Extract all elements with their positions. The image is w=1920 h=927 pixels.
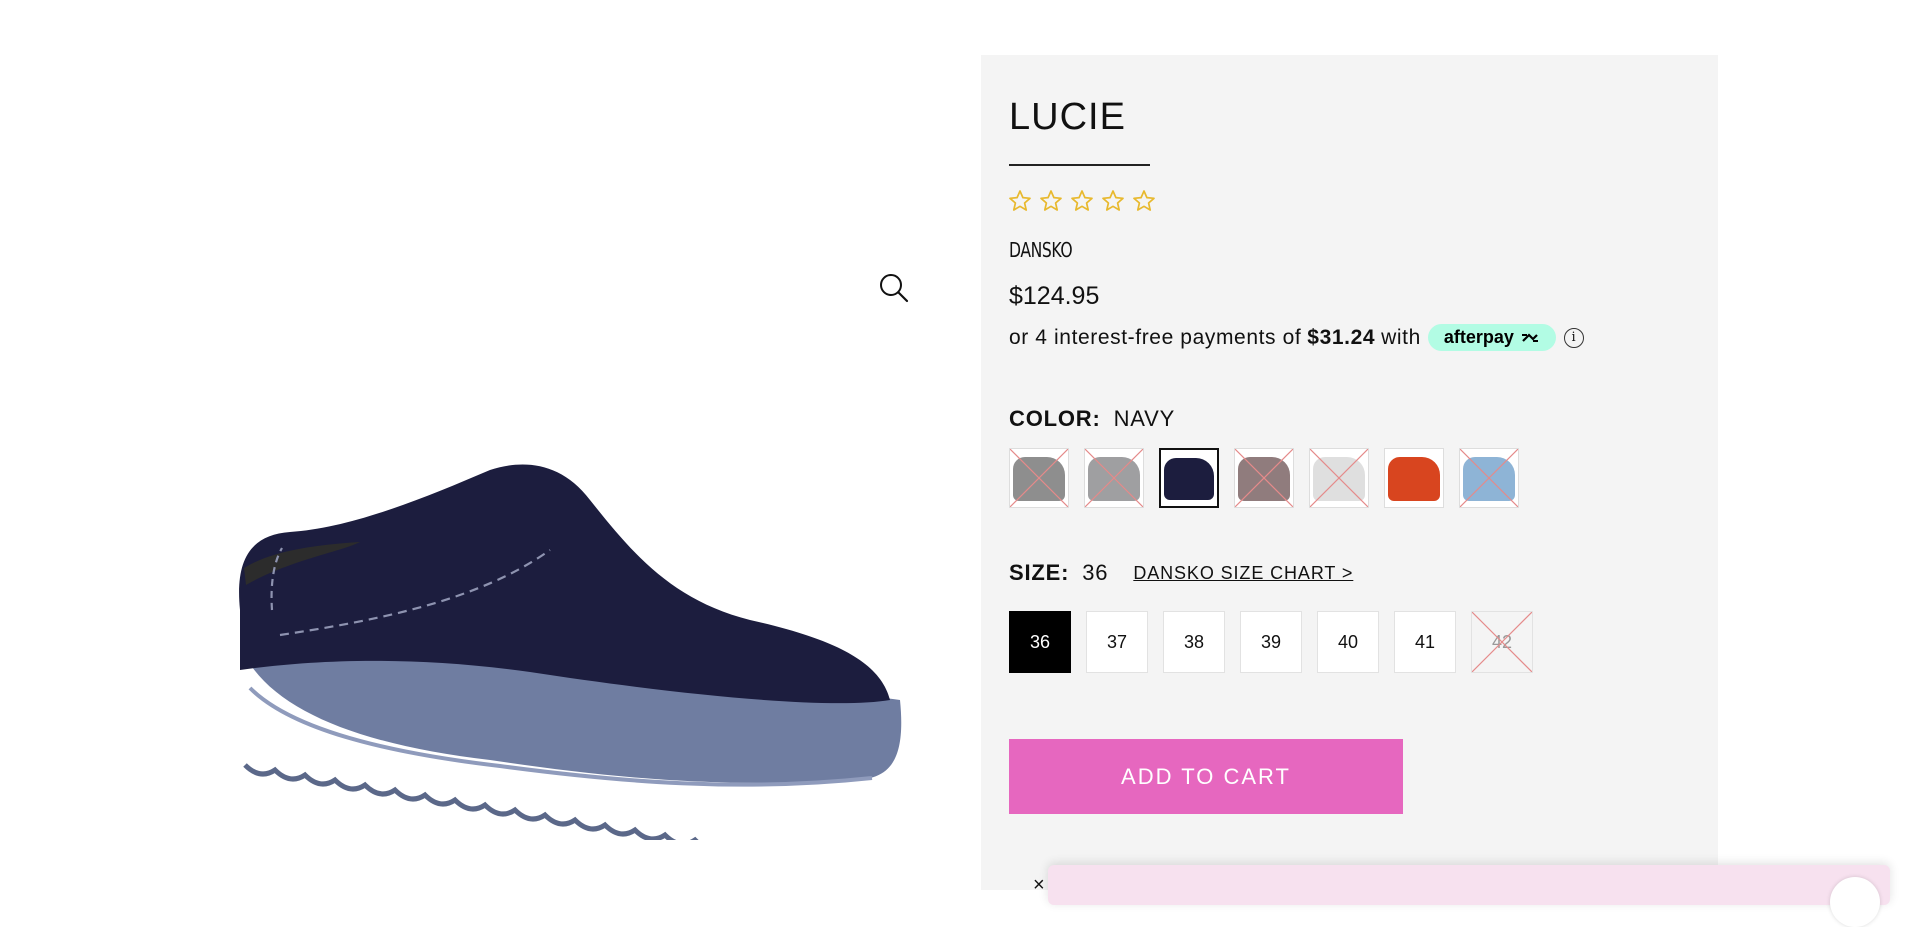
size-option-label: 39 [1260, 631, 1282, 652]
product-image-area [0, 0, 960, 890]
star-icon[interactable] [1008, 189, 1032, 213]
product-price: $124.95 [1009, 282, 1100, 310]
color-swatches [1009, 448, 1519, 508]
add-to-cart-button[interactable]: ADD TO CART [1009, 739, 1403, 814]
color-swatch[interactable] [1384, 448, 1444, 508]
unavailable-cross-icon [1472, 612, 1532, 672]
afterpay-message: or 4 interest-free payments of $31.24 wi… [1009, 324, 1584, 351]
size-option-label: 37 [1106, 631, 1128, 652]
color-swatch[interactable] [1009, 448, 1069, 508]
size-option[interactable]: 42 [1471, 611, 1533, 673]
size-selector-label: SIZE: 36 DANSKO SIZE CHART > [1009, 560, 1353, 586]
star-icon[interactable] [1070, 189, 1094, 213]
size-option-label: 38 [1183, 631, 1205, 652]
zoom-magnifier-icon[interactable] [878, 272, 910, 304]
unavailable-cross-icon [1460, 449, 1518, 507]
size-option[interactable]: 37 [1086, 611, 1148, 673]
selected-size: 36 [1082, 560, 1109, 585]
size-option[interactable]: 36 [1009, 611, 1071, 673]
star-icon[interactable] [1132, 189, 1156, 213]
color-swatch[interactable] [1159, 448, 1219, 508]
promo-popup[interactable] [1048, 865, 1890, 905]
afterpay-badge[interactable]: afterpay [1427, 324, 1556, 351]
size-option-label: 41 [1414, 631, 1436, 652]
afterpay-suffix: with [1381, 325, 1421, 349]
popup-close-icon[interactable]: × [1033, 875, 1045, 895]
size-option[interactable]: 41 [1394, 611, 1456, 673]
popup-chat-button[interactable] [1830, 877, 1880, 927]
selected-color: NAVY [1113, 406, 1176, 431]
size-options: 36 37 38 39 40 41 42 [1009, 611, 1533, 673]
color-swatch[interactable] [1459, 448, 1519, 508]
info-icon[interactable]: i [1563, 327, 1584, 348]
size-chart-link[interactable]: DANSKO SIZE CHART > [1133, 563, 1353, 584]
product-brand: DANSKO [1009, 238, 1073, 262]
unavailable-cross-icon [1010, 449, 1068, 507]
afterpay-amount: $31.24 [1307, 325, 1376, 349]
unavailable-cross-icon [1085, 449, 1143, 507]
rating-stars[interactable] [1008, 189, 1156, 213]
title-divider [1009, 164, 1150, 166]
star-icon[interactable] [1101, 189, 1125, 213]
unavailable-cross-icon [1310, 449, 1368, 507]
product-image [239, 464, 902, 840]
color-swatch[interactable] [1084, 448, 1144, 508]
color-label: COLOR: [1009, 406, 1101, 431]
color-selector-label: COLOR: NAVY [1009, 406, 1175, 432]
star-icon[interactable] [1039, 189, 1063, 213]
swatch-shoe-thumbnail [1388, 457, 1440, 501]
afterpay-arrows-icon [1521, 332, 1538, 342]
size-option[interactable]: 40 [1317, 611, 1379, 673]
afterpay-logo-text: afterpay [1443, 327, 1514, 347]
afterpay-prefix: or 4 interest-free payments of [1009, 325, 1302, 349]
size-option[interactable]: 38 [1163, 611, 1225, 673]
color-swatch[interactable] [1234, 448, 1294, 508]
color-swatch[interactable] [1309, 448, 1369, 508]
swatch-shoe-thumbnail [1164, 458, 1214, 500]
product-title: LUCIE [1009, 96, 1126, 138]
unavailable-cross-icon [1235, 449, 1293, 507]
size-option[interactable]: 39 [1240, 611, 1302, 673]
size-option-label: 36 [1029, 631, 1051, 652]
size-option-label: 40 [1337, 631, 1359, 652]
size-label: SIZE: [1009, 560, 1070, 585]
